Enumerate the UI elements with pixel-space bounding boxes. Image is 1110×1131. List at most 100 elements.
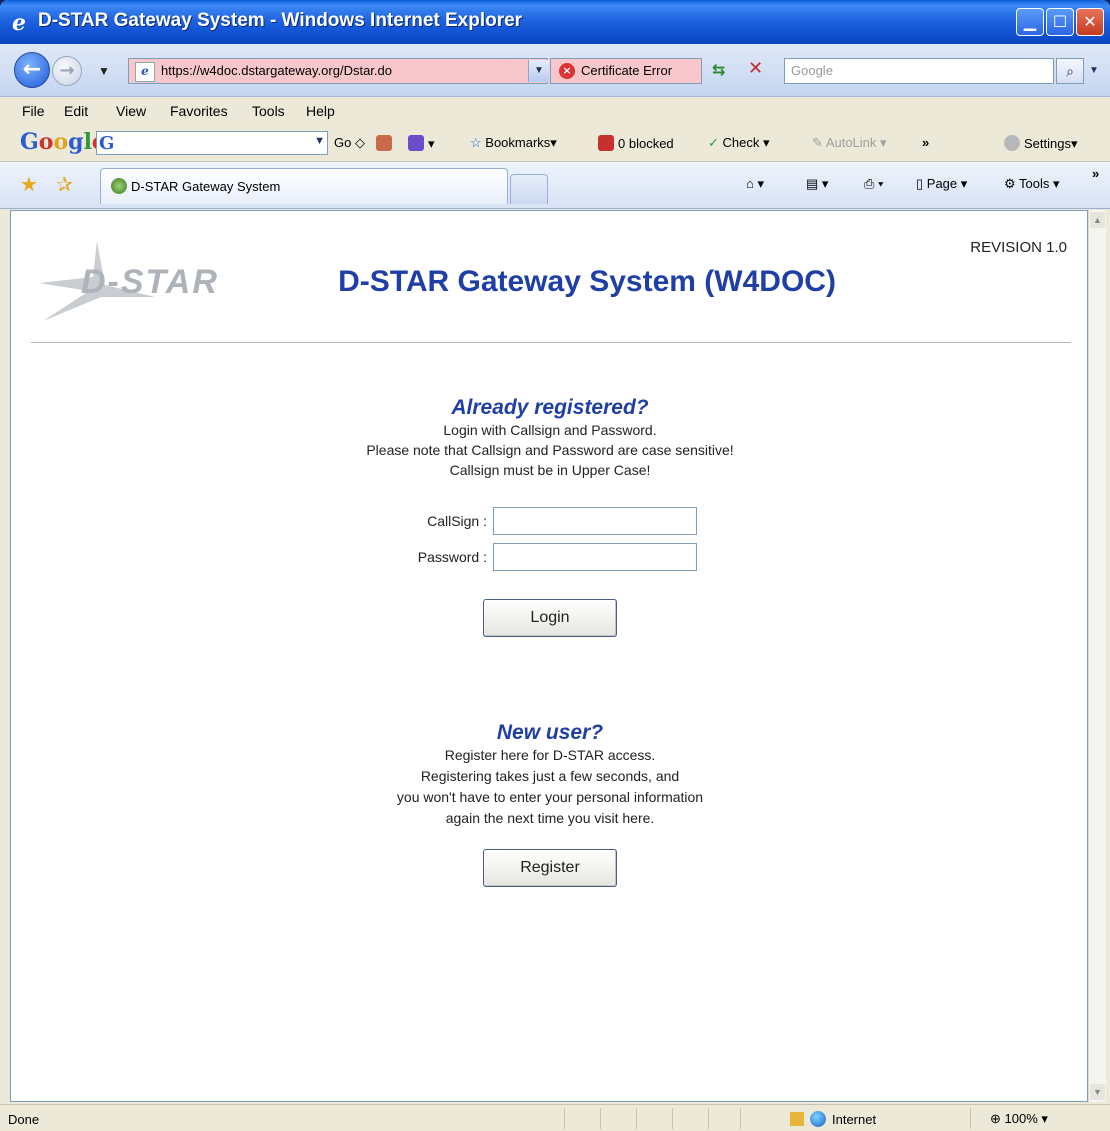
tools-gear-icon: ⚙ <box>1004 176 1016 191</box>
page-menu-icon: ▯ <box>916 176 924 191</box>
revision-label: REVISION 1.0 <box>970 239 1067 256</box>
status-divider <box>636 1108 637 1129</box>
register-text-line: Registering takes just a few seconds, an… <box>420 768 680 784</box>
header-divider <box>31 342 1071 343</box>
url-dropdown-icon[interactable]: ▼ <box>528 60 549 82</box>
internet-globe-icon <box>810 1111 826 1127</box>
register-heading: New user? <box>496 721 604 744</box>
status-divider <box>708 1108 709 1129</box>
autolink-button[interactable]: ✎ AutoLink ▾ <box>812 135 887 151</box>
ie-logo-icon: e <box>12 10 26 36</box>
url-text: https://w4doc.dstargateway.org/Dstar.do <box>161 63 392 78</box>
settings-button[interactable]: Settings▾ <box>1004 135 1078 152</box>
command-overflow-icon[interactable]: » <box>1092 166 1099 181</box>
zoom-icon: ⊕ <box>990 1111 1001 1126</box>
highlight-icon[interactable]: ▾ <box>408 135 435 152</box>
minimize-button[interactable]: ▁ <box>1016 8 1044 36</box>
menu-view[interactable]: View <box>116 103 146 119</box>
tab-label: D-STAR Gateway System <box>131 179 281 194</box>
browser-window: e D-STAR Gateway System - Windows Intern… <box>0 0 1110 1131</box>
menu-tools[interactable]: Tools <box>252 103 285 119</box>
settings-label: Settings▾ <box>1024 136 1078 151</box>
menu-edit[interactable]: Edit <box>64 103 88 119</box>
login-text-line: Login with Callsign and Password. <box>443 422 657 438</box>
add-favorite-icon[interactable]: ✰ <box>56 172 73 196</box>
status-divider <box>672 1108 673 1129</box>
bookmarks-button[interactable]: ☆ Bookmarks▾ <box>470 135 557 151</box>
password-label: Password : <box>417 549 487 565</box>
page-viewport: D-STAR REVISION 1.0 D-STAR Gateway Syste… <box>10 210 1088 1102</box>
search-input[interactable]: Google <box>784 58 1054 84</box>
zone-label: Internet <box>832 1112 877 1127</box>
status-divider <box>740 1108 741 1129</box>
register-text-line: you won't have to enter your personal in… <box>396 789 704 805</box>
status-text: Done <box>8 1112 40 1127</box>
bookmarks-star-icon: ☆ <box>470 135 482 150</box>
page-title: D-STAR Gateway System (W4DOC) <box>338 265 836 298</box>
status-divider <box>600 1108 601 1129</box>
stop-icon[interactable]: ✕ <box>748 58 763 79</box>
callsign-field[interactable] <box>493 507 697 535</box>
menu-help[interactable]: Help <box>306 103 335 119</box>
register-button[interactable]: Register <box>483 849 617 887</box>
status-divider <box>564 1108 565 1129</box>
register-text-line: Register here for D-STAR access. <box>444 747 656 763</box>
page-menu-label: Page ▾ <box>926 176 968 191</box>
address-bar: ← → ▼ e https://w4doc.dstargateway.org/D… <box>0 44 1110 97</box>
tools-menu-label: Tools ▾ <box>1019 176 1060 191</box>
menu-bar: File Edit View Favorites Tools Help <box>0 97 1110 125</box>
recent-pages-dropdown-icon[interactable]: ▼ <box>98 64 110 78</box>
feeds-icon[interactable]: ▤ ▾ <box>806 176 828 192</box>
tab-dstar-gateway[interactable]: D-STAR Gateway System <box>100 168 508 204</box>
login-button[interactable]: Login <box>483 599 617 637</box>
title-bar: e D-STAR Gateway System - Windows Intern… <box>0 0 1110 44</box>
new-tab-button[interactable] <box>510 174 548 204</box>
login-text-line: Callsign must be in Upper Case! <box>449 462 651 478</box>
maximize-button[interactable]: ☐ <box>1046 8 1074 36</box>
popup-blocker-button[interactable]: 0 blocked <box>598 135 674 151</box>
google-search-dropdown-icon[interactable]: ▼ <box>314 135 325 147</box>
url-field[interactable]: e https://w4doc.dstargateway.org/Dstar.d… <box>128 58 548 84</box>
certificate-error-button[interactable]: × Certificate Error <box>550 58 702 84</box>
tools-menu-button[interactable]: ⚙ Tools ▾ <box>1004 176 1060 192</box>
menu-favorites[interactable]: Favorites <box>170 103 228 119</box>
google-logo: Google <box>20 129 106 155</box>
more-chevron-icon[interactable]: » <box>922 135 929 150</box>
window-title: D-STAR Gateway System - Windows Internet… <box>38 10 523 31</box>
callsign-label: CallSign : <box>427 513 487 529</box>
back-button[interactable]: ← <box>14 52 50 88</box>
status-bar: Done Internet ⊕ 100% ▾ <box>0 1104 1110 1131</box>
google-go-button[interactable]: Go ◇ <box>334 135 365 151</box>
menu-file[interactable]: File <box>22 103 45 119</box>
autolink-label: AutoLink ▾ <box>825 135 887 150</box>
spellcheck-icon: ✓ <box>708 135 719 150</box>
zoom-label: 100% <box>1004 1111 1038 1126</box>
bookmarks-label: Bookmarks▾ <box>485 135 557 150</box>
google-g-icon: G <box>99 133 115 154</box>
vertical-scrollbar[interactable]: ▲ ▼ <box>1088 210 1106 1102</box>
login-text-line: Please note that Callsign and Password a… <box>366 442 734 458</box>
certificate-error-label: Certificate Error <box>581 63 673 78</box>
security-zone[interactable]: Internet <box>790 1111 876 1127</box>
refresh-icon[interactable]: ⇆ <box>712 60 725 79</box>
home-icon[interactable]: ⌂ ▾ <box>746 176 764 192</box>
zoom-control[interactable]: ⊕ 100% ▾ <box>990 1111 1048 1127</box>
favorites-center-icon[interactable]: ★ <box>20 172 38 196</box>
page-menu-button[interactable]: ▯ Page ▾ <box>916 176 967 192</box>
spellcheck-button[interactable]: ✓ Check ▾ <box>708 135 770 151</box>
forward-button[interactable]: → <box>52 56 82 86</box>
pagerank-icon[interactable] <box>376 135 396 151</box>
shield-error-icon: × <box>559 63 575 79</box>
google-search-input[interactable]: G ▼ <box>96 131 328 155</box>
close-button[interactable]: ✕ <box>1076 8 1104 36</box>
scroll-up-icon[interactable]: ▲ <box>1090 212 1105 228</box>
autolink-icon: ✎ <box>812 135 823 150</box>
google-toolbar: Google G ▼ Go ◇ ▾ ☆ Bookmarks▾ 0 blocked… <box>0 125 1110 162</box>
tab-bar: ★ ✰ D-STAR Gateway System ⌂ ▾ ▤ ▾ ⎙ ▾ ▯ … <box>0 162 1110 209</box>
protected-mode-icon <box>790 1112 804 1126</box>
scroll-down-icon[interactable]: ▼ <box>1090 1084 1105 1100</box>
print-icon[interactable]: ⎙ ▾ <box>864 176 883 192</box>
search-icon[interactable]: ⌕ <box>1056 58 1084 84</box>
search-dropdown-icon[interactable]: ▼ <box>1086 58 1102 84</box>
password-field[interactable] <box>493 543 697 571</box>
